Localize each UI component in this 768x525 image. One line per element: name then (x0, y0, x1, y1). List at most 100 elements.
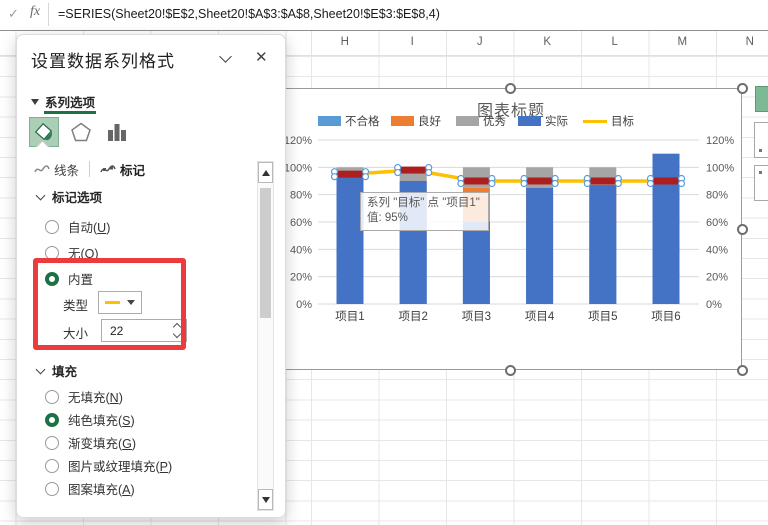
scroll-down-button[interactable] (258, 489, 273, 510)
svg-text:项目2: 项目2 (398, 310, 427, 323)
radio-label: 图案填充(A) (68, 483, 135, 497)
radio-label: 渐变填充(G) (68, 437, 137, 451)
legend-label: 良好 (418, 116, 441, 128)
chart-handle-bottom[interactable] (505, 365, 516, 376)
column-header-K[interactable]: K (514, 36, 582, 48)
legend-label: 目标 (611, 116, 634, 128)
column-header-J[interactable]: J (446, 36, 514, 48)
svg-text:20%: 20% (706, 272, 728, 284)
svg-text:项目3: 项目3 (462, 310, 491, 323)
chevron-down-icon (35, 190, 46, 200)
triangle-down-icon (31, 98, 39, 105)
column-header-M[interactable]: M (649, 36, 717, 48)
radio-label: 图片或纹理填充(P) (68, 460, 173, 474)
pane-scrollbar[interactable] (257, 161, 274, 511)
marker-squiggle-icon (100, 165, 116, 173)
svg-text:40%: 40% (706, 244, 728, 256)
fill-solid-radio[interactable]: 纯色填充(S) (45, 410, 135, 429)
line-squiggle-icon (34, 165, 50, 173)
clipped-green-shape[interactable] (755, 86, 768, 112)
annotation-highlight-box (33, 258, 186, 350)
clipped-button-1[interactable] (754, 122, 768, 158)
fill-picture-radio[interactable]: 图片或纹理填充(P) (45, 456, 172, 475)
legend-swatch (583, 119, 607, 123)
tab-line[interactable]: 线条 (34, 160, 79, 179)
svg-text:60%: 60% (706, 217, 728, 229)
radio-icon[interactable] (45, 412, 59, 427)
legend-swatch (456, 116, 479, 126)
fill-pattern-radio[interactable]: 图案填充(A) (45, 479, 135, 498)
formula-input[interactable]: =SERIES(Sheet20!$E$2,Sheet20!$A$3:$A$8,S… (58, 7, 440, 21)
legend-swatch (518, 116, 541, 126)
legend-item-实际[interactable]: 实际 (518, 113, 568, 129)
scrollbar-thumb[interactable] (260, 188, 271, 318)
radio-icon[interactable] (45, 435, 59, 450)
marker-options-header[interactable]: 标记选项 (35, 187, 103, 206)
svg-text:0%: 0% (706, 299, 722, 311)
column-header-L[interactable]: L (581, 36, 649, 48)
series-options-header[interactable]: 系列选项 (31, 92, 95, 111)
chart-handle-right[interactable] (737, 224, 748, 235)
tab-marker[interactable]: 标记 (100, 160, 145, 179)
pentagon-icon (71, 122, 91, 142)
radio-label: 自动(U) (68, 221, 111, 235)
paint-bucket-icon (34, 122, 53, 141)
legend-item-优秀[interactable]: 优秀 (456, 113, 506, 129)
svg-text:100%: 100% (706, 162, 734, 174)
radio-icon[interactable] (45, 219, 59, 234)
effects-tab[interactable] (66, 117, 96, 147)
svg-text:项目4: 项目4 (525, 310, 555, 323)
close-icon[interactable]: ✕ (255, 48, 268, 66)
chart-canvas[interactable]: 图表标题 不合格 良好 优秀 实际 目标 0% 0% 20% 20% 40% 40% 60% 60% 8… (278, 88, 742, 370)
chevron-down-icon[interactable] (219, 50, 232, 63)
legend-swatch (391, 116, 414, 126)
svg-text:项目6: 项目6 (651, 310, 680, 323)
tab-line-label: 线条 (54, 163, 80, 178)
svg-text:0%: 0% (296, 299, 312, 311)
svg-text:项目1: 项目1 (335, 310, 364, 323)
svg-text:项目5: 项目5 (588, 310, 617, 323)
series-options-tab[interactable] (102, 117, 132, 147)
column-header-N[interactable]: N (716, 36, 768, 48)
fx-icon[interactable]: fx (30, 4, 40, 20)
svg-text:80%: 80% (706, 190, 728, 202)
marker-options-label: 标记选项 (52, 191, 103, 205)
scroll-up-button[interactable] (258, 162, 273, 183)
radio-label: 纯色填充(S) (68, 414, 135, 428)
radio-icon[interactable] (45, 481, 59, 496)
legend-item-目标[interactable]: 目标 (583, 113, 634, 129)
divider (89, 161, 91, 177)
enter-check-icon[interactable]: ✓ (8, 6, 19, 22)
chart-handle-top-right[interactable] (737, 83, 748, 94)
column-header-H[interactable]: H (311, 36, 379, 48)
tooltip-value-line: 值: 95% (367, 212, 408, 224)
series-options-label: 系列选项 (45, 96, 96, 110)
clipped-button-2[interactable] (754, 165, 768, 201)
chart-handle-top[interactable] (505, 83, 516, 94)
chart-handle-bottom-right[interactable] (737, 365, 748, 376)
svg-text:40%: 40% (290, 244, 312, 256)
svg-text:20%: 20% (290, 272, 312, 284)
datapoint-tooltip: 系列 "目标" 点 "项目1" 值: 95% (360, 192, 489, 231)
svg-text:60%: 60% (290, 217, 312, 229)
column-header-I[interactable]: I (379, 36, 447, 48)
legend-item-良好[interactable]: 良好 (391, 113, 441, 129)
chart-legend[interactable]: 不合格 良好 优秀 实际 目标 (279, 113, 743, 129)
svg-text:80%: 80% (290, 190, 312, 202)
radio-icon[interactable] (45, 458, 59, 473)
excel-window: ✓ fx =SERIES(Sheet20!$E$2,Sheet20!$A$3:$… (0, 0, 768, 525)
radio-icon[interactable] (45, 389, 59, 404)
fill-section-header[interactable]: 填充 (35, 361, 78, 380)
legend-item-不合格[interactable]: 不合格 (318, 113, 380, 129)
svg-text:100%: 100% (284, 162, 312, 174)
tab-marker-label: 标记 (120, 163, 146, 178)
active-section-underline (44, 111, 96, 114)
plot-area[interactable]: 0% 0% 20% 20% 40% 40% 60% 60% 80% 80% 100% 100% 120%… (279, 89, 741, 369)
chevron-down-icon (35, 364, 46, 374)
fill-none-radio[interactable]: 无填充(N) (45, 387, 123, 406)
legend-label: 优秀 (483, 116, 506, 128)
divider (48, 3, 49, 26)
marker-auto-radio[interactable]: 自动(U) (45, 217, 110, 236)
fill-section-label: 填充 (52, 365, 78, 379)
fill-gradient-radio[interactable]: 渐变填充(G) (45, 433, 136, 452)
